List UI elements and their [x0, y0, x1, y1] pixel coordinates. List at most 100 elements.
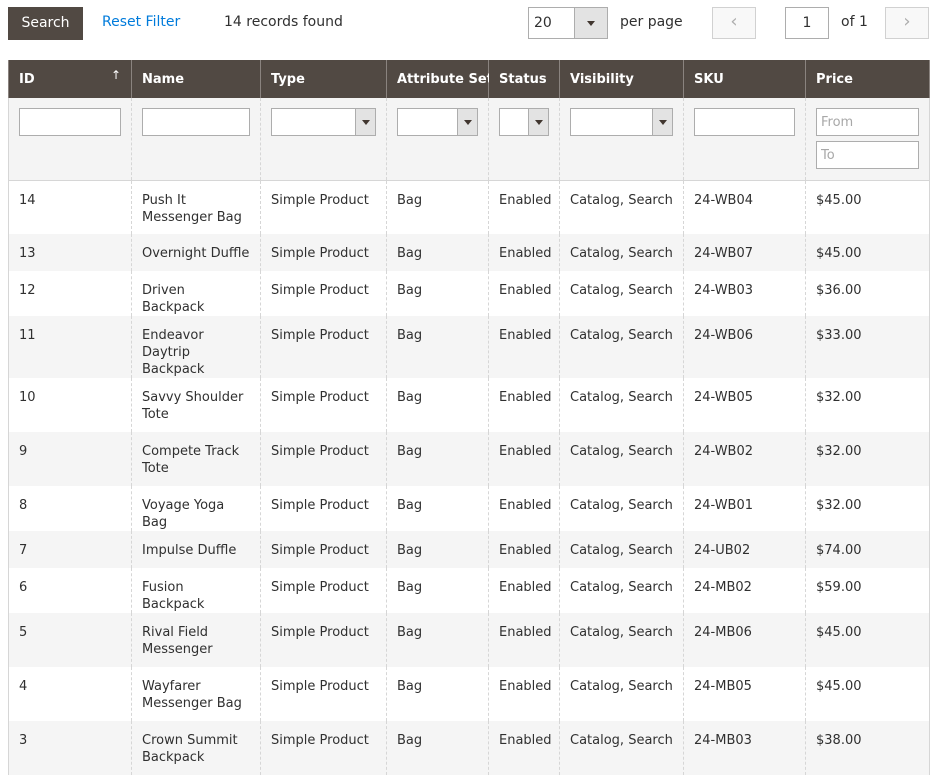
cell-type: Simple Product	[260, 271, 387, 316]
table-row[interactable]: 3 Crown Summit Backpack Simple Product B…	[8, 721, 930, 775]
per-page-select[interactable]: 20	[528, 7, 608, 39]
column-header-name[interactable]: Name	[131, 60, 261, 98]
chevron-down-icon	[658, 119, 667, 125]
filter-row	[8, 98, 930, 181]
filter-attribute-set-select[interactable]	[397, 108, 478, 136]
cell-attribute-set: Bag	[386, 432, 489, 486]
cell-name: Savvy Shoulder Tote	[131, 378, 261, 432]
dropdown-arrow-button[interactable]	[574, 8, 607, 38]
filter-id-input[interactable]	[19, 108, 121, 136]
table-row[interactable]: 8 Voyage Yoga Bag Simple Product Bag Ena…	[8, 486, 930, 531]
dropdown-arrow	[528, 109, 548, 135]
cell-visibility: Catalog, Search	[559, 271, 684, 316]
cell-price: $33.00	[805, 316, 930, 378]
cell-type: Simple Product	[260, 721, 387, 775]
column-header-price[interactable]: Price	[805, 60, 930, 98]
filter-visibility-select[interactable]	[570, 108, 673, 136]
cell-status: Enabled	[488, 180, 560, 234]
cell-price: $32.00	[805, 486, 930, 531]
cell-attribute-set: Bag	[386, 568, 489, 613]
cell-type: Simple Product	[260, 667, 387, 721]
products-grid: ID ↑ Name Type Attribute Set Status Visib…	[8, 60, 930, 775]
cell-visibility: Catalog, Search	[559, 316, 684, 378]
cell-sku: 24-WB02	[683, 432, 806, 486]
cell-id: 12	[8, 271, 132, 316]
cell-name: Crown Summit Backpack	[131, 721, 261, 775]
chevron-left-icon: ‹	[730, 11, 738, 32]
column-header-visibility[interactable]: Visibility	[559, 60, 684, 98]
cell-name: Wayfarer Messenger Bag	[131, 667, 261, 721]
column-header-sku[interactable]: SKU	[683, 60, 806, 98]
chevron-right-icon: ›	[903, 11, 911, 32]
total-pages-label: of 1	[841, 14, 868, 30]
cell-status: Enabled	[488, 271, 560, 316]
cell-type: Simple Product	[260, 531, 387, 568]
table-row[interactable]: 13 Overnight Duffle Simple Product Bag E…	[8, 234, 930, 271]
cell-name: Compete Track Tote	[131, 432, 261, 486]
table-row[interactable]: 7 Impulse Duffle Simple Product Bag Enab…	[8, 531, 930, 568]
cell-type: Simple Product	[260, 378, 387, 432]
table-row[interactable]: 4 Wayfarer Messenger Bag Simple Product …	[8, 667, 930, 721]
cell-sku: 24-WB04	[683, 180, 806, 234]
cell-sku: 24-MB05	[683, 667, 806, 721]
column-header-type[interactable]: Type	[260, 60, 387, 98]
cell-status: Enabled	[488, 721, 560, 775]
table-row[interactable]: 11 Endeavor Daytrip Backpack Simple Prod…	[8, 316, 930, 378]
cell-type: Simple Product	[260, 316, 387, 378]
cell-name: Overnight Duffle	[131, 234, 261, 271]
cell-visibility: Catalog, Search	[559, 568, 684, 613]
search-button[interactable]: Search	[8, 7, 83, 40]
filter-price-from-input[interactable]	[816, 108, 919, 136]
cell-price: $45.00	[805, 667, 930, 721]
sort-ascending-icon: ↑	[110, 68, 121, 82]
table-row[interactable]: 5 Rival Field Messenger Simple Product B…	[8, 613, 930, 667]
cell-sku: 24-WB01	[683, 486, 806, 531]
chevron-down-icon	[587, 20, 595, 26]
cell-attribute-set: Bag	[386, 721, 489, 775]
filter-price-to-input[interactable]	[816, 141, 919, 169]
cell-status: Enabled	[488, 667, 560, 721]
cell-type: Simple Product	[260, 613, 387, 667]
column-header-attribute-set[interactable]: Attribute Set	[386, 60, 493, 98]
cell-attribute-set: Bag	[386, 271, 489, 316]
cell-name: Driven Backpack	[131, 271, 261, 316]
next-page-button[interactable]: ›	[885, 7, 929, 39]
table-row[interactable]: 10 Savvy Shoulder Tote Simple Product Ba…	[8, 378, 930, 432]
cell-sku: 24-MB02	[683, 568, 806, 613]
cell-id: 9	[8, 432, 132, 486]
cell-price: $36.00	[805, 271, 930, 316]
cell-status: Enabled	[488, 613, 560, 667]
dropdown-arrow	[457, 109, 477, 135]
cell-status: Enabled	[488, 316, 560, 378]
cell-id: 11	[8, 316, 132, 378]
cell-name: Fusion Backpack	[131, 568, 261, 613]
previous-page-button[interactable]: ‹	[712, 7, 756, 39]
cell-attribute-set: Bag	[386, 316, 489, 378]
column-header-status[interactable]: Status	[488, 60, 560, 98]
table-row[interactable]: 6 Fusion Backpack Simple Product Bag Ena…	[8, 568, 930, 613]
cell-sku: 24-MB03	[683, 721, 806, 775]
cell-id: 3	[8, 721, 132, 775]
table-row[interactable]: 14 Push It Messenger Bag Simple Product …	[8, 180, 930, 234]
table-row[interactable]: 12 Driven Backpack Simple Product Bag En…	[8, 271, 930, 316]
filter-status-select[interactable]	[499, 108, 549, 136]
grid-body: 14 Push It Messenger Bag Simple Product …	[8, 180, 930, 775]
cell-visibility: Catalog, Search	[559, 378, 684, 432]
cell-price: $74.00	[805, 531, 930, 568]
cell-type: Simple Product	[260, 486, 387, 531]
cell-name: Rival Field Messenger	[131, 613, 261, 667]
reset-filter-link[interactable]: Reset Filter	[102, 14, 180, 30]
filter-type-select[interactable]	[271, 108, 376, 136]
cell-price: $45.00	[805, 234, 930, 271]
cell-price: $45.00	[805, 613, 930, 667]
column-header-id[interactable]: ID ↑	[8, 60, 132, 98]
table-row[interactable]: 9 Compete Track Tote Simple Product Bag …	[8, 432, 930, 486]
cell-status: Enabled	[488, 486, 560, 531]
dropdown-arrow	[652, 109, 672, 135]
filter-sku-input[interactable]	[694, 108, 795, 136]
cell-id: 6	[8, 568, 132, 613]
current-page-input[interactable]	[785, 7, 829, 39]
per-page-value: 20	[534, 15, 552, 31]
cell-name: Impulse Duffle	[131, 531, 261, 568]
filter-name-input[interactable]	[142, 108, 250, 136]
